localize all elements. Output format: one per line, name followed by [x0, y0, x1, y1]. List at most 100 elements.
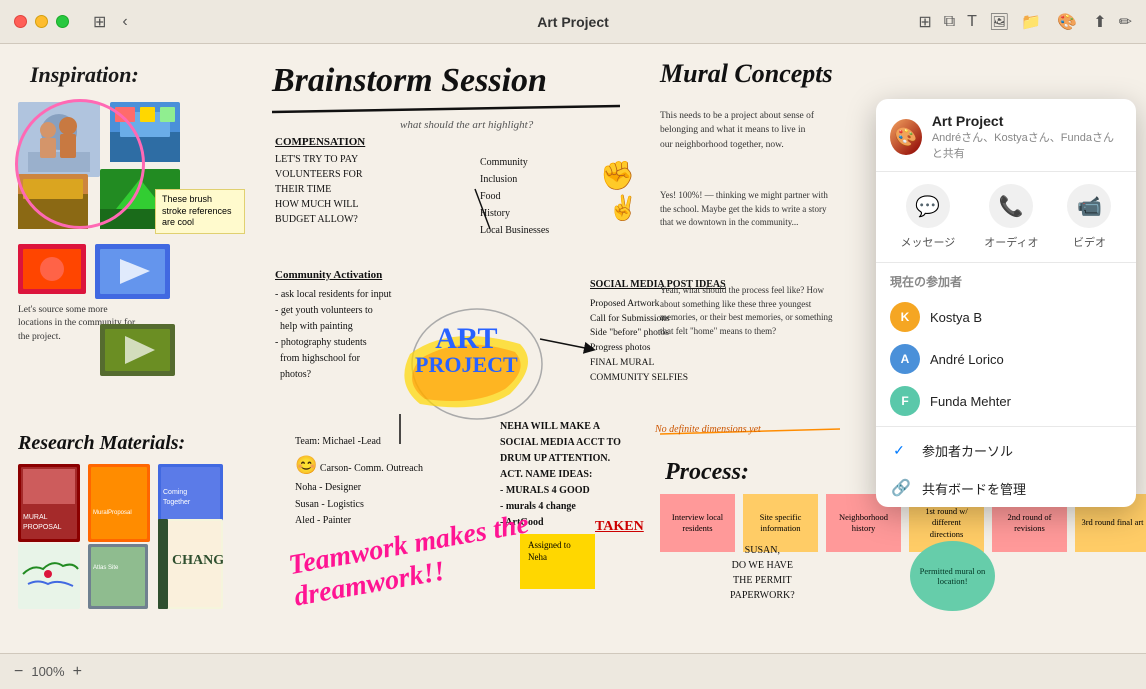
ref-book-2: Atlas Site — [88, 544, 148, 609]
community-list: CommunityInclusionFoodHistoryLocal Busin… — [480, 154, 549, 239]
funda-name: Funda Mehter — [930, 394, 1011, 409]
manage-board-label: 共有ボードを管理 — [922, 479, 1026, 498]
image-button[interactable]: 🖼 — [989, 12, 1009, 32]
change-book: CHANGE — [158, 519, 223, 609]
zoom-out-button[interactable]: − — [14, 663, 23, 681]
mural-concept-text2: Yes! 100%! — thinking we might partner w… — [660, 189, 835, 230]
collab-info: Art Project Andréさん、Kostyaさん、Fundaさんと共有 — [932, 113, 1122, 161]
book-1: MURAL PROPOSAL — [18, 464, 80, 542]
photo-note-sticky: These brush stroke references are cool — [155, 189, 245, 234]
community-activation-text: - ask local residents for input - get yo… — [275, 287, 391, 383]
collab-header: 🎨 Art Project Andréさん、Kostyaさん、Fundaさんと共… — [876, 99, 1136, 172]
manage-board-option[interactable]: 🔗 共有ボードを管理 — [876, 469, 1136, 507]
book-1-svg: MURAL PROPOSAL — [18, 464, 80, 542]
art-project-center: ART PROJECT — [415, 324, 518, 376]
kostya-avatar: K — [890, 302, 920, 332]
photo-6 — [95, 244, 170, 299]
message-icon: 💬 — [906, 184, 950, 228]
video-label: ビデオ — [1073, 234, 1106, 250]
peace-emoji: ✌️ — [608, 194, 638, 223]
svg-text:MuralProposal: MuralProposal — [93, 510, 132, 516]
collab-panel: 🎨 Art Project Andréさん、Kostyaさん、Fundaさんと共… — [876, 99, 1136, 507]
text-button[interactable]: T — [967, 13, 977, 31]
titlebar: ⊞ ‹ Art Project ⊞ ⧉ T 🖼 📁 🎨 ⬆ ✏ — [0, 0, 1146, 44]
canvas-area[interactable]: Inspiration: — [0, 44, 1146, 653]
team-list: Team: Michael -Lead 😊 Carson- Comm. Outr… — [295, 434, 423, 530]
svg-text:MURAL: MURAL — [23, 514, 48, 521]
divider-1 — [876, 426, 1136, 427]
window-title: Art Project — [537, 14, 609, 30]
collab-actions: 💬 メッセージ 📞 オーディオ 📹 ビデオ — [876, 172, 1136, 263]
close-button[interactable] — [14, 15, 27, 28]
audio-icon: 📞 — [989, 184, 1033, 228]
mural-concept-text: This needs to be a project about sense o… — [660, 109, 820, 152]
video-action-button[interactable]: 📹 ビデオ — [1067, 184, 1111, 250]
participant-andre[interactable]: A André Lorico — [876, 338, 1136, 380]
message-action-button[interactable]: 💬 メッセージ — [900, 184, 955, 250]
cursor-option-icon: ✓ — [890, 439, 912, 461]
mural-location-sticky: Permitted mural on location! — [910, 541, 995, 611]
map-svg — [18, 544, 80, 609]
video-icon: 📹 — [1067, 184, 1111, 228]
bottombar: − 100% + — [0, 653, 1146, 689]
zoom-level: 100% — [31, 664, 64, 679]
kostya-name: Kostya B — [930, 310, 982, 325]
user-avatar-button[interactable]: 🎨 — [1053, 8, 1081, 36]
cursor-option-label: 参加者カーソル — [922, 441, 1013, 460]
svg-text:PROPOSAL: PROPOSAL — [23, 524, 62, 531]
mural-concept-text3: Yeah, what should the process feel like?… — [660, 284, 835, 338]
ref-book-2-svg: Atlas Site — [88, 544, 148, 609]
book-2-svg: MuralProposal — [88, 464, 150, 542]
manage-board-icon: 🔗 — [890, 477, 912, 499]
change-book-svg: CHANGE — [158, 519, 223, 609]
map-thumbnail — [18, 544, 80, 609]
traffic-lights — [0, 15, 69, 28]
checkmark-icon: ✓ — [893, 442, 905, 459]
fullscreen-button[interactable] — [56, 15, 69, 28]
photo-5 — [18, 244, 86, 294]
grid-view-button[interactable]: ⊞ — [918, 12, 931, 32]
book-2: MuralProposal — [88, 464, 150, 542]
participant-funda[interactable]: F Funda Mehter — [876, 380, 1136, 422]
nav-buttons: ⊞ ‹ — [89, 8, 132, 36]
collab-subtitle: Andréさん、Kostyaさん、Fundaさんと共有 — [932, 129, 1122, 161]
andre-name: André Lorico — [930, 352, 1004, 367]
pencil-button[interactable]: ✏ — [1119, 12, 1132, 32]
permit-note: SUSAN,DO WE HAVETHE PERMITPAPERWORK? — [730, 543, 795, 603]
process-note-1: Interview local residents — [660, 494, 735, 552]
art-word: ART — [415, 324, 518, 354]
svg-text:CHANGE: CHANGE — [172, 553, 223, 568]
photo-7-svg — [100, 324, 175, 376]
funda-avatar: F — [890, 386, 920, 416]
dimensions-note: No definite dimensions yet — [655, 424, 761, 435]
community-activation-label: Community Activation — [275, 269, 382, 281]
mural-concepts-label: Mural Concepts — [660, 59, 833, 89]
folder-button[interactable]: 📁 — [1021, 12, 1041, 32]
photo-7 — [100, 324, 175, 376]
participants-header: 現在の参加者 — [876, 263, 1136, 296]
duplicate-button[interactable]: ⧉ — [944, 13, 955, 31]
compensation-label: COMPENSATION — [275, 134, 365, 151]
toolbar-right: ⊞ ⧉ T 🖼 📁 🎨 ⬆ ✏ — [918, 8, 1146, 36]
compensation-text: LET'S TRY TO PAYVOLUNTEERS FORTHEIR TIME… — [275, 152, 363, 227]
taken-label: TAKEN — [595, 519, 644, 535]
collab-title: Art Project — [932, 113, 1122, 129]
participant-kostya[interactable]: K Kostya B — [876, 296, 1136, 338]
message-label: メッセージ — [900, 234, 955, 250]
art-text-wrapper: ART PROJECT — [415, 324, 518, 376]
cursor-option[interactable]: ✓ 参加者カーソル — [876, 431, 1136, 469]
svg-text:Coming: Coming — [163, 489, 187, 496]
back-button[interactable]: ‹ — [118, 9, 131, 35]
photo-6-svg — [95, 244, 170, 299]
fist-emoji: ✊ — [600, 159, 635, 192]
sidebar-toggle-button[interactable]: ⊞ — [89, 8, 110, 36]
research-materials-label: Research Materials: — [18, 432, 185, 455]
zoom-in-button[interactable]: + — [73, 663, 82, 681]
audio-action-button[interactable]: 📞 オーディオ — [984, 184, 1038, 250]
svg-text:Atlas Site: Atlas Site — [93, 565, 119, 571]
audio-label: オーディオ — [984, 234, 1038, 250]
share-button[interactable]: ⬆ — [1093, 12, 1106, 32]
andre-avatar: A — [890, 344, 920, 374]
photo-5-svg — [18, 244, 86, 294]
minimize-button[interactable] — [35, 15, 48, 28]
